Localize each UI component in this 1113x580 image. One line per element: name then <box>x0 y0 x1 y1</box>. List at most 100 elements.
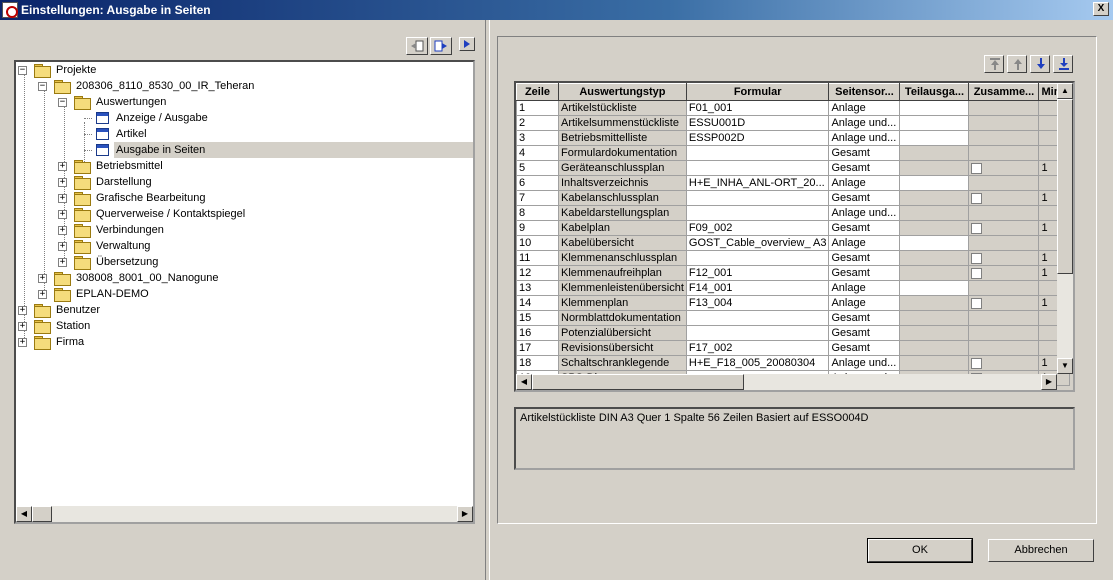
more-button[interactable] <box>459 37 475 51</box>
column-header-seitensortierung[interactable]: Seitensor... <box>828 83 901 101</box>
page-sort-cell[interactable]: Gesamt <box>828 265 901 281</box>
tree-node-ausgabe-in-seiten[interactable]: Ausgabe in Seiten <box>78 142 473 158</box>
grid-vertical-scrollbar[interactable]: ▲ ▼ <box>1057 83 1073 374</box>
page-sort-cell[interactable]: Anlage <box>828 280 901 296</box>
page-sort-cell[interactable]: Anlage und... <box>828 205 901 221</box>
cancel-button[interactable]: Abbrechen <box>988 539 1094 562</box>
expand-icon[interactable]: + <box>18 306 27 315</box>
page-sort-cell[interactable]: Anlage <box>828 100 901 116</box>
grid-horizontal-scrollbar[interactable]: ◀ ▶ <box>516 374 1057 390</box>
scroll-right-icon[interactable]: ▶ <box>1041 374 1057 390</box>
form-cell[interactable]: F09_002 <box>685 220 830 236</box>
table-row[interactable]: 4 Formulardokumentation Gesamt <box>516 145 1071 161</box>
partial-output-cell[interactable] <box>899 235 970 251</box>
move-to-top-button[interactable] <box>984 55 1004 73</box>
collapse-icon[interactable]: − <box>38 82 47 91</box>
combine-checkbox[interactable] <box>971 267 983 279</box>
scroll-left-icon[interactable]: ◀ <box>516 374 532 390</box>
page-sort-cell[interactable]: Anlage <box>828 175 901 191</box>
import-button[interactable] <box>406 37 428 55</box>
table-row[interactable]: 3 Betriebsmittelliste ESSP002D Anlage und..… <box>516 130 1071 146</box>
partial-output-cell[interactable] <box>899 280 970 296</box>
expand-icon[interactable]: + <box>58 194 67 203</box>
form-cell[interactable]: H+E_INHA_ANL-ORT_20... <box>685 175 830 191</box>
form-cell[interactable]: ESSU001D <box>685 115 830 131</box>
page-sort-cell[interactable]: Gesamt <box>828 325 901 341</box>
combine-cell[interactable] <box>968 355 1040 371</box>
evaluation-grid[interactable]: Zeile Auswertungstyp Formular Seitensor.… <box>514 81 1075 392</box>
tree-horizontal-scrollbar[interactable]: ◀ ▶ <box>16 506 473 522</box>
combine-checkbox[interactable] <box>971 192 983 204</box>
expand-icon[interactable]: + <box>38 274 47 283</box>
table-row[interactable]: 15 Normblattdokumentation Gesamt <box>516 310 1071 326</box>
form-cell[interactable] <box>685 325 830 341</box>
form-cell[interactable] <box>685 250 830 266</box>
ok-button[interactable]: OK <box>867 538 973 563</box>
form-cell[interactable]: F13_004 <box>685 295 830 311</box>
expand-icon[interactable]: + <box>58 242 67 251</box>
combine-cell[interactable] <box>968 190 1040 206</box>
combine-checkbox[interactable] <box>971 162 983 174</box>
table-row[interactable]: 16 Potenzialübersicht Gesamt <box>516 325 1071 341</box>
column-header-teilausgabe[interactable]: Teilausga... <box>899 83 970 101</box>
table-row[interactable]: 17 Revisionsübersicht F17_002 Gesamt <box>516 340 1071 356</box>
page-sort-cell[interactable]: Anlage und... <box>828 355 901 371</box>
table-row[interactable]: 6 Inhaltsverzeichnis H+E_INHA_ANL-ORT_20..… <box>516 175 1071 191</box>
combine-cell[interactable] <box>968 295 1040 311</box>
move-down-button[interactable] <box>1030 55 1050 73</box>
page-sort-cell[interactable]: Gesamt <box>828 220 901 236</box>
form-cell[interactable]: ESSP002D <box>685 130 830 146</box>
scroll-thumb[interactable] <box>532 374 744 390</box>
table-row[interactable]: 11 Klemmenanschlussplan Gesamt 1 <box>516 250 1071 266</box>
expand-icon[interactable]: + <box>58 162 67 171</box>
combine-checkbox[interactable] <box>971 357 983 369</box>
column-header-formular[interactable]: Formular <box>685 83 830 101</box>
scroll-up-icon[interactable]: ▲ <box>1057 83 1073 99</box>
form-cell[interactable] <box>685 145 830 161</box>
page-sort-cell[interactable]: Gesamt <box>828 160 901 176</box>
settings-tree[interactable]: − Projekte − 208306_8110_8530_00_IR_Tehe… <box>14 60 475 524</box>
partial-output-cell[interactable] <box>899 100 970 116</box>
form-cell[interactable]: F12_001 <box>685 265 830 281</box>
column-header-zusammenfassen[interactable]: Zusamme... <box>968 83 1040 101</box>
form-cell[interactable]: GOST_Cable_overview_ A3 <box>685 235 830 251</box>
table-row[interactable]: 12 Klemmenaufreihplan F12_001 Gesamt 1 <box>516 265 1071 281</box>
form-cell[interactable]: H+E_F18_005_20080304 <box>685 355 830 371</box>
combine-checkbox[interactable] <box>971 297 983 309</box>
expand-icon[interactable]: + <box>58 226 67 235</box>
close-button[interactable]: X <box>1093 2 1109 16</box>
combine-cell[interactable] <box>968 160 1040 176</box>
column-header-zeile[interactable]: Zeile <box>516 83 559 101</box>
expand-icon[interactable]: + <box>38 290 47 299</box>
form-cell[interactable] <box>685 205 830 221</box>
page-sort-cell[interactable]: Anlage und... <box>828 115 901 131</box>
scroll-left-icon[interactable]: ◀ <box>16 506 32 522</box>
scroll-thumb[interactable] <box>32 506 52 522</box>
partial-output-cell[interactable] <box>899 175 970 191</box>
export-button[interactable] <box>430 37 452 55</box>
table-row[interactable]: 1 Artikelstückliste F01_001 Anlage <box>516 100 1071 116</box>
combine-checkbox[interactable] <box>971 252 983 264</box>
expand-icon[interactable]: + <box>58 258 67 267</box>
table-row[interactable]: 8 Kabeldarstellungsplan Anlage und... <box>516 205 1071 221</box>
expand-icon[interactable]: + <box>18 322 27 331</box>
combine-cell[interactable] <box>968 220 1040 236</box>
expand-icon[interactable]: + <box>58 210 67 219</box>
page-sort-cell[interactable]: Anlage und... <box>828 130 901 146</box>
form-cell[interactable]: F17_002 <box>685 340 830 356</box>
page-sort-cell[interactable]: Anlage <box>828 235 901 251</box>
table-row[interactable]: 2 Artikelsummenstückliste ESSU001D Anlage u… <box>516 115 1071 131</box>
expand-icon[interactable]: + <box>58 178 67 187</box>
form-cell[interactable]: F01_001 <box>685 100 830 116</box>
move-up-button[interactable] <box>1007 55 1027 73</box>
page-sort-cell[interactable]: Anlage <box>828 295 901 311</box>
page-sort-cell[interactable]: Gesamt <box>828 250 901 266</box>
panel-splitter[interactable] <box>485 20 490 580</box>
table-row[interactable]: 18 Schaltschranklegende H+E_F18_005_200803… <box>516 355 1071 371</box>
table-row[interactable]: 13 Klemmenleistenübersicht F14_001 Anlage <box>516 280 1071 296</box>
move-to-bottom-button[interactable] <box>1053 55 1073 73</box>
page-sort-cell[interactable]: Gesamt <box>828 145 901 161</box>
table-row[interactable]: 9 Kabelplan F09_002 Gesamt 1 <box>516 220 1071 236</box>
table-row[interactable]: 7 Kabelanschlussplan Gesamt 1 <box>516 190 1071 206</box>
combine-checkbox[interactable] <box>971 222 983 234</box>
